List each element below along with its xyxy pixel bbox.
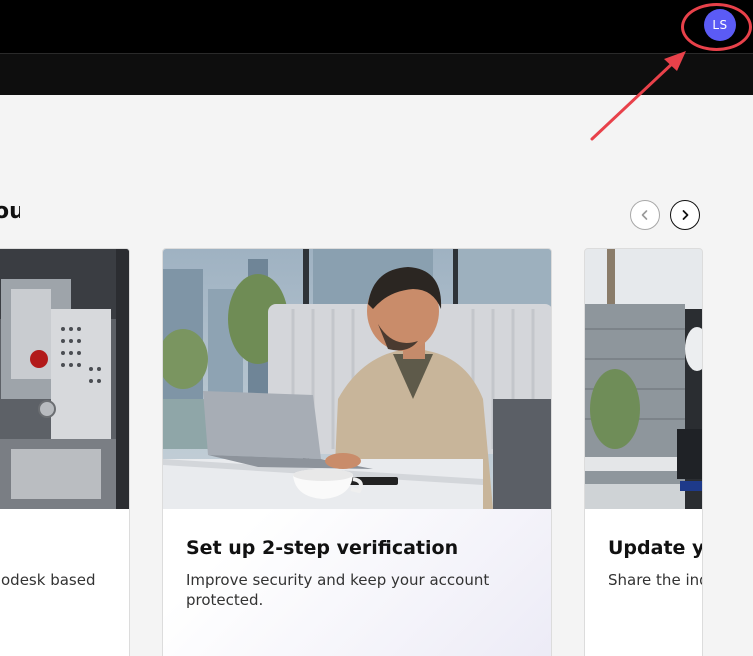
man-with-laptop-photo <box>163 249 551 509</box>
card-title: Update yo <box>608 537 702 559</box>
card-description: odesk based <box>1 571 96 589</box>
annotation-highlight-circle <box>681 3 752 51</box>
feature-card[interactable]: Update yo Share the ind experiences <box>584 248 703 656</box>
carousel-next-button[interactable] <box>670 200 700 230</box>
card-description: Improve security and keep your account p… <box>186 571 490 609</box>
card-body: Update yo Share the ind experiences <box>585 509 702 656</box>
section-title: ou <box>0 199 20 224</box>
card-body: Set up 2-step verification Improve secur… <box>163 509 551 656</box>
industrial-machine-photo <box>0 249 129 509</box>
card-description: Share the ind experiences <box>608 571 702 589</box>
card-title: Set up 2-step verification <box>186 537 459 559</box>
robot-camera-photo <box>585 249 702 509</box>
card-body: odesk based <box>0 509 129 656</box>
chevron-right-icon <box>682 210 689 220</box>
top-navigation-bar: LS <box>0 0 753 53</box>
feature-card[interactable]: Set up 2-step verification Improve secur… <box>162 248 552 656</box>
chevron-left-icon <box>641 210 648 220</box>
secondary-navigation-bar <box>0 53 753 95</box>
carousel-prev-button[interactable] <box>630 200 660 230</box>
feature-card[interactable]: odesk based <box>0 248 130 656</box>
